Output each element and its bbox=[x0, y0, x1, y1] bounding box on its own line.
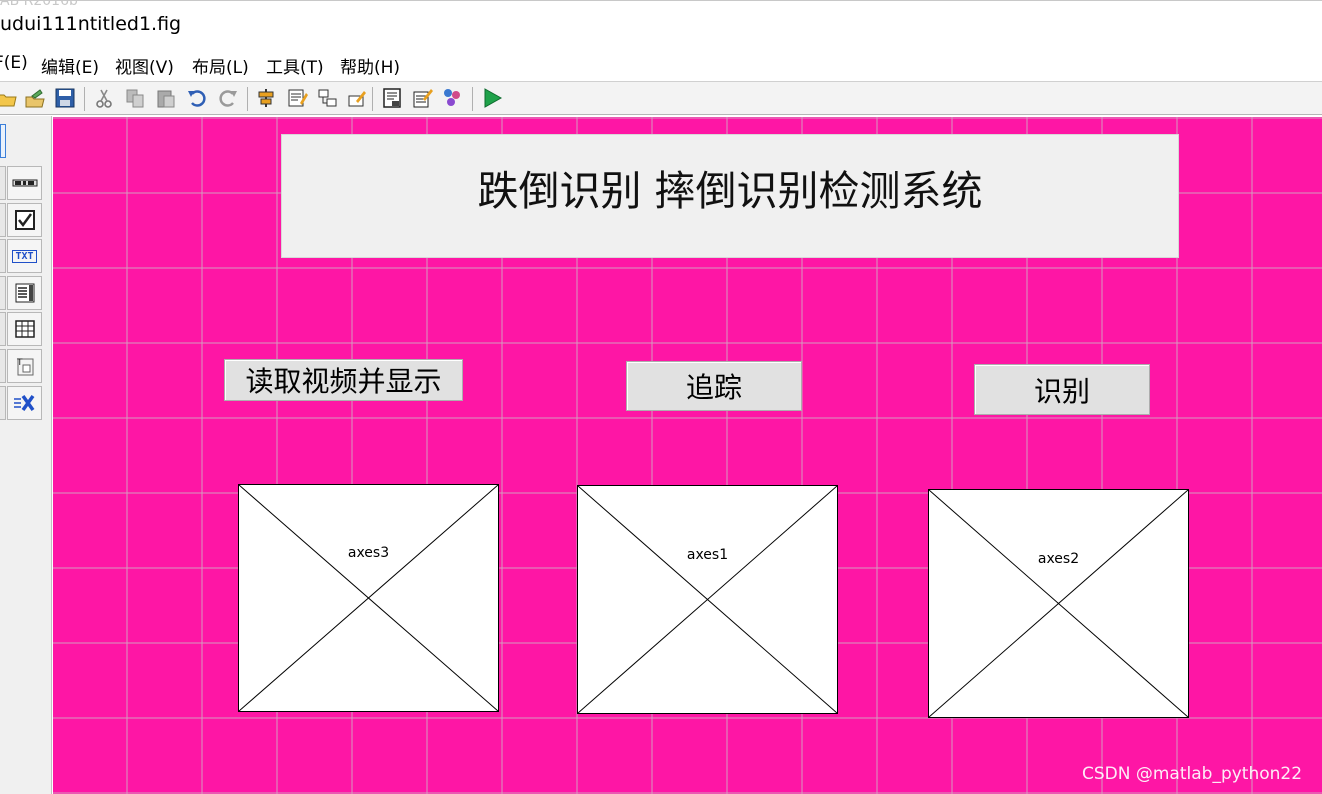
menu-layout[interactable]: 布局(L) bbox=[192, 53, 249, 78]
activex-icon[interactable] bbox=[7, 386, 42, 420]
palette-edge bbox=[0, 203, 6, 237]
axes-cross-icon bbox=[929, 490, 1188, 717]
toolbar-editor-icon[interactable] bbox=[344, 85, 370, 111]
axes-cross-icon bbox=[578, 486, 837, 713]
read-video-button[interactable]: 读取视频并显示 bbox=[224, 359, 463, 401]
palette-edge bbox=[0, 276, 6, 310]
menu-view[interactable]: 视图(V) bbox=[115, 53, 174, 78]
slider-icon[interactable] bbox=[7, 166, 42, 200]
toolbar bbox=[0, 81, 1322, 115]
menu-editor-icon[interactable] bbox=[284, 85, 310, 111]
palette-edge bbox=[0, 166, 6, 200]
txt-label: TXT bbox=[12, 249, 37, 263]
checkbox-icon[interactable] bbox=[7, 203, 42, 237]
window-title-bar: AB R2016b udui111ntitled1.fig bbox=[0, 0, 1322, 44]
figure-canvas[interactable]: 跌倒识别 摔倒识别检测系统 读取视频并显示 追踪 识别 axes3 axes1 … bbox=[53, 117, 1322, 794]
palette-edge bbox=[0, 349, 6, 383]
tab-order-icon[interactable] bbox=[315, 85, 341, 111]
menu-help[interactable]: 帮助(H) bbox=[340, 53, 400, 78]
edit-text-icon[interactable]: TXT bbox=[7, 239, 42, 273]
palette-edge bbox=[0, 312, 6, 346]
redo-icon[interactable] bbox=[215, 85, 241, 111]
track-button[interactable]: 追踪 bbox=[626, 361, 802, 411]
csdn-watermark: CSDN @matlab_python22 bbox=[1082, 764, 1303, 784]
svg-text:T: T bbox=[16, 358, 23, 368]
system-title: 跌倒识别 摔倒识别检测系统 bbox=[477, 167, 983, 215]
browse-icon[interactable] bbox=[22, 85, 48, 111]
panel-icon[interactable]: T bbox=[7, 349, 42, 383]
copy-icon[interactable] bbox=[122, 85, 148, 111]
palette-edge bbox=[0, 386, 6, 420]
table-icon[interactable] bbox=[7, 312, 42, 346]
menu-file[interactable]: F(E) bbox=[0, 53, 28, 73]
axes1-placeholder[interactable]: axes1 bbox=[577, 485, 838, 714]
window-title: udui111ntitled1.fig bbox=[0, 13, 182, 35]
open-icon[interactable] bbox=[0, 85, 20, 111]
listbox-icon[interactable] bbox=[7, 276, 42, 310]
object-browser-icon[interactable] bbox=[439, 85, 465, 111]
palette-edge bbox=[0, 239, 6, 273]
axes-cross-icon bbox=[239, 485, 498, 711]
undo-icon[interactable] bbox=[184, 85, 210, 111]
menu-edit[interactable]: 编辑(E) bbox=[41, 53, 99, 78]
axes1-label: axes1 bbox=[686, 547, 729, 563]
save-icon[interactable] bbox=[52, 85, 78, 111]
menu-bar: F(E) 编辑(E) 视图(V) 布局(L) 工具(T) 帮助(H) bbox=[0, 50, 1322, 80]
cut-icon[interactable] bbox=[91, 85, 117, 111]
axes2-label: axes2 bbox=[1037, 551, 1080, 567]
toolbar-separator bbox=[247, 87, 248, 111]
axes2-placeholder[interactable]: axes2 bbox=[928, 489, 1189, 718]
identify-button[interactable]: 识别 bbox=[974, 364, 1150, 415]
align-icon[interactable] bbox=[253, 85, 279, 111]
run-icon[interactable] bbox=[479, 85, 505, 111]
toolbar-separator bbox=[472, 87, 473, 111]
app-title-ghost: AB R2016b bbox=[0, 0, 78, 9]
editor-icon[interactable] bbox=[379, 85, 405, 111]
property-inspector-icon[interactable] bbox=[409, 85, 435, 111]
menu-tools[interactable]: 工具(T) bbox=[266, 53, 324, 78]
toolbar-separator bbox=[84, 87, 85, 111]
component-palette: TXT T bbox=[0, 116, 52, 794]
select-tool[interactable] bbox=[0, 124, 6, 158]
toolbar-separator bbox=[372, 87, 373, 111]
axes3-placeholder[interactable]: axes3 bbox=[238, 484, 499, 712]
title-static-text[interactable]: 跌倒识别 摔倒识别检测系统 bbox=[281, 134, 1179, 258]
paste-icon[interactable] bbox=[153, 85, 179, 111]
axes3-label: axes3 bbox=[347, 545, 390, 561]
